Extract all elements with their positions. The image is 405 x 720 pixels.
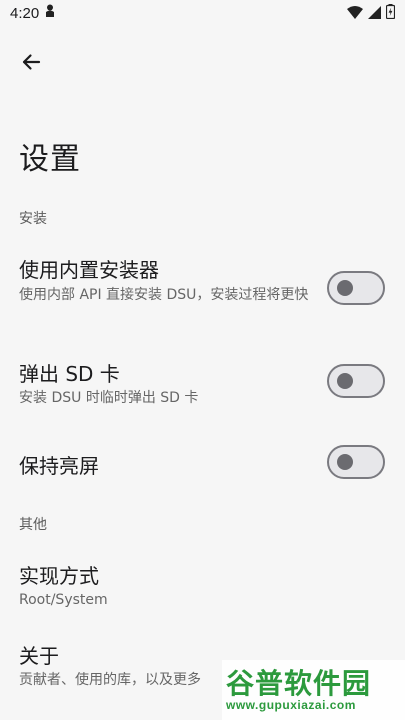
arrow-left-icon	[21, 52, 41, 76]
eject-sd-toggle[interactable]	[327, 364, 385, 398]
watermark-logo-text: 谷普软件园	[226, 667, 372, 700]
page-title: 设置	[19, 142, 81, 177]
toggle-knob	[337, 280, 353, 296]
pref-eject-sd[interactable]: 弹出 SD 卡 安装 DSU 时临时弹出 SD 卡	[0, 344, 405, 420]
status-left: 4:20	[10, 4, 55, 22]
status-right	[347, 3, 396, 23]
status-time: 4:20	[10, 4, 40, 22]
back-button[interactable]	[14, 47, 48, 81]
pref-implementation-summary: Root/System	[19, 592, 108, 608]
pref-keep-screen-on-title: 保持亮屏	[19, 454, 99, 478]
pref-implementation[interactable]: 实现方式 Root/System	[0, 546, 405, 618]
section-header-other: 其他	[19, 517, 47, 533]
toggle-knob	[337, 454, 353, 470]
builtin-installer-toggle[interactable]	[327, 271, 385, 305]
person-icon	[45, 4, 55, 22]
pref-about-title: 关于	[19, 644, 59, 668]
battery-icon	[385, 3, 396, 23]
pref-builtin-installer-summary: 使用内部 API 直接安装 DSU，安装过程将更快	[19, 287, 309, 303]
pref-builtin-installer-title: 使用内置安装器	[19, 258, 159, 282]
pref-eject-sd-title: 弹出 SD 卡	[19, 362, 120, 386]
pref-implementation-title: 实现方式	[19, 564, 99, 588]
pref-keep-screen-on[interactable]: 保持亮屏	[0, 432, 405, 494]
pref-eject-sd-summary: 安装 DSU 时临时弹出 SD 卡	[19, 390, 199, 406]
wifi-icon	[347, 4, 363, 23]
status-bar: 4:20	[0, 0, 405, 26]
watermark-url: www.gupuxiazai.com	[226, 698, 356, 712]
signal-icon	[368, 4, 381, 23]
watermark: 谷普软件园 www.gupuxiazai.com	[222, 660, 405, 720]
keep-screen-on-toggle[interactable]	[327, 445, 385, 479]
toggle-knob	[337, 373, 353, 389]
section-header-install: 安装	[19, 211, 47, 227]
pref-builtin-installer[interactable]: 使用内置安装器 使用内部 API 直接安装 DSU，安装过程将更快	[0, 240, 405, 332]
